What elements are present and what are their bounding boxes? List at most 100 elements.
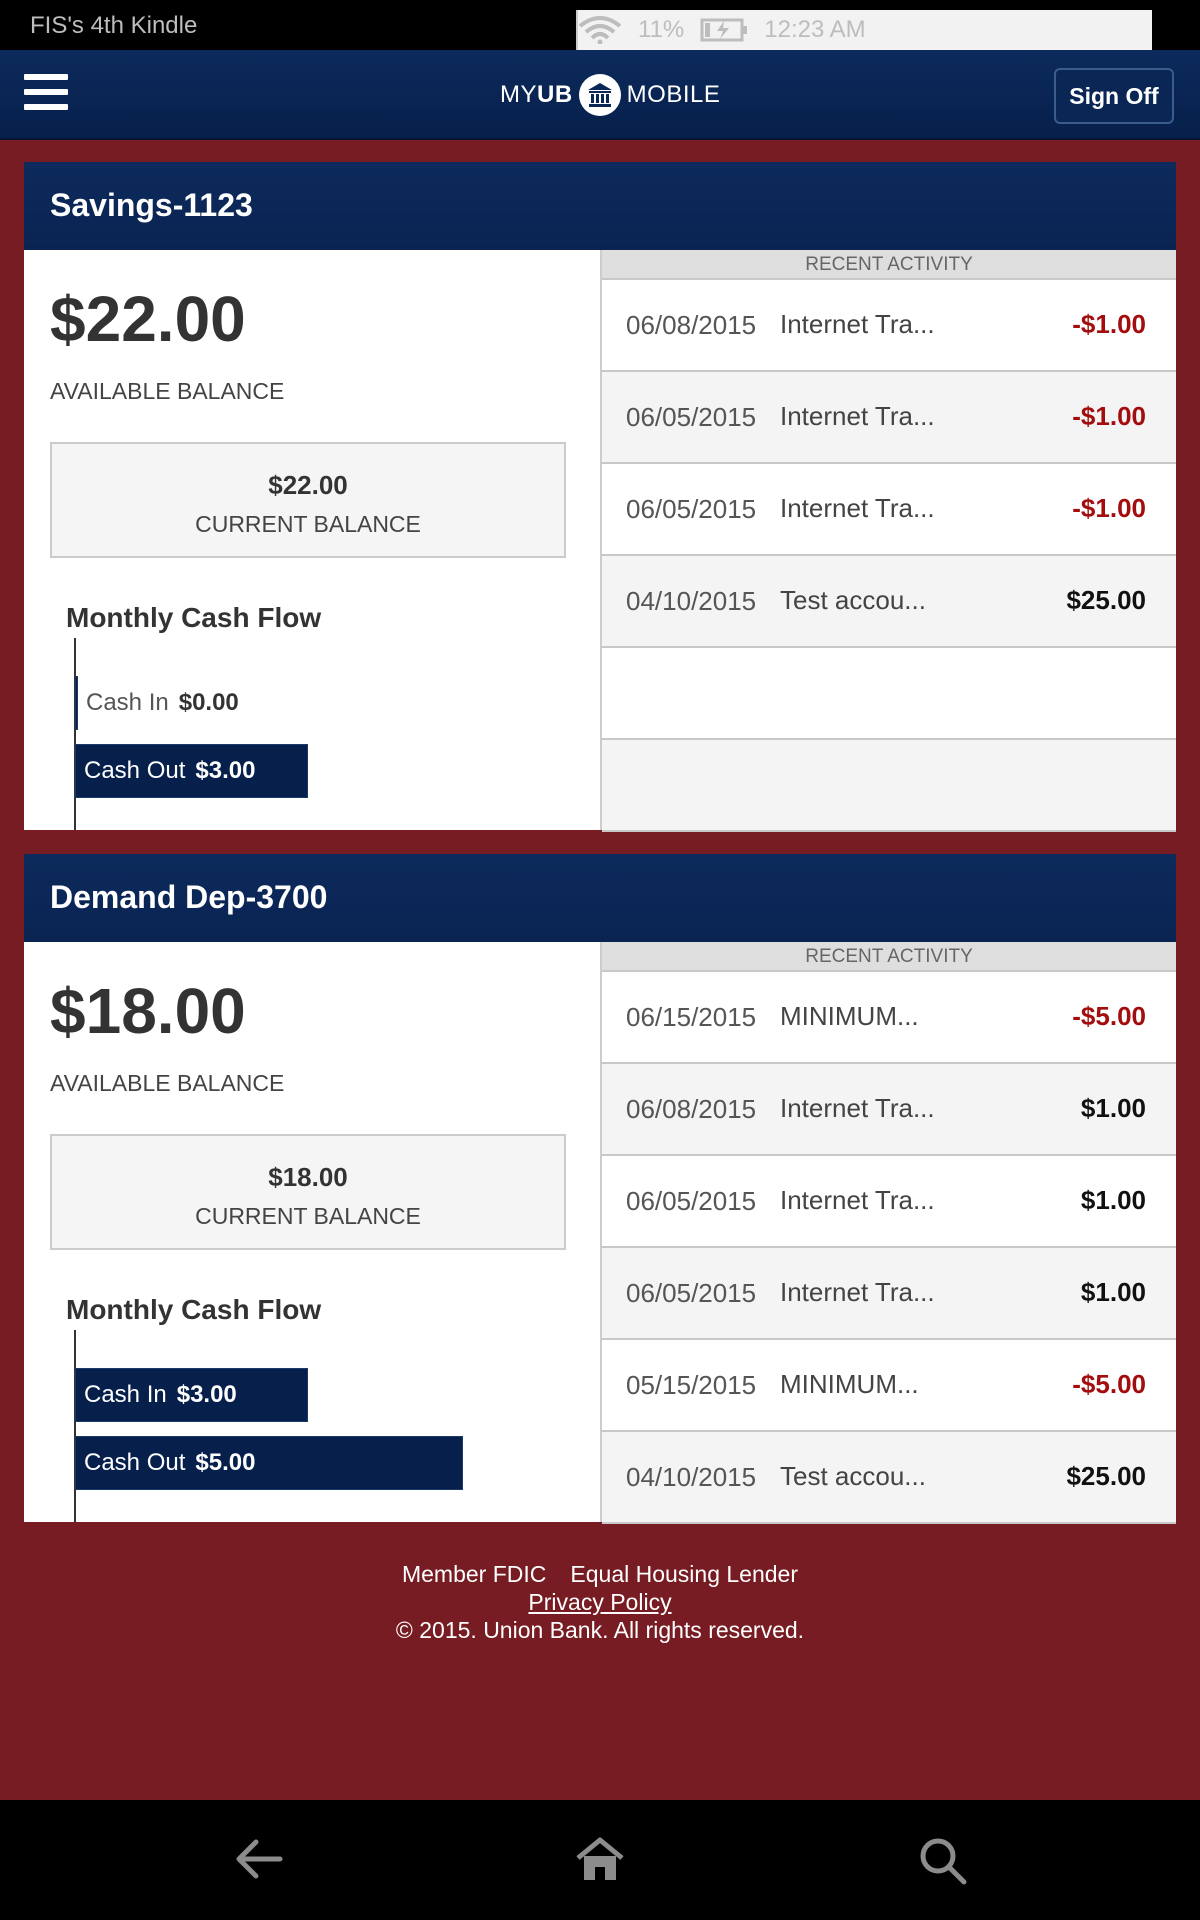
logo-text-ub: UB: [537, 81, 573, 108]
footer: Member FDIC Equal Housing Lender Privacy …: [0, 1560, 1200, 1644]
current-balance-amount: $18.00: [268, 1162, 348, 1192]
recent-activity-header: RECENT ACTIVITY: [602, 250, 1176, 280]
bank-icon: [578, 74, 621, 116]
activity-description: Internet Tra...: [780, 1185, 935, 1215]
recent-activity-panel: RECENT ACTIVITY 06/08/2015 Internet Tra..…: [600, 250, 1176, 832]
activity-amount: $1.00: [1080, 1185, 1146, 1215]
activity-row[interactable]: 05/15/2015 MINIMUM... -$5.00: [602, 1340, 1176, 1432]
available-balance-label: AVAILABLE BALANCE: [50, 1070, 285, 1096]
activity-date: 06/08/2015: [626, 1094, 757, 1124]
activity-date: 04/10/2015: [626, 1462, 757, 1492]
search-icon[interactable]: [918, 1836, 968, 1886]
app-logo: MY UB MOBILE: [500, 72, 720, 118]
system-nav-bar: [0, 1800, 1200, 1920]
account-name[interactable]: Savings-1123: [24, 162, 1176, 250]
activity-amount: $1.00: [1080, 1093, 1146, 1123]
available-balance-label: AVAILABLE BALANCE: [50, 378, 285, 404]
activity-date: 06/08/2015: [626, 310, 757, 340]
current-balance-box: $22.00 CURRENT BALANCE: [50, 442, 566, 558]
current-balance-box: $18.00 CURRENT BALANCE: [50, 1134, 566, 1250]
sign-off-button[interactable]: Sign Off: [1054, 68, 1174, 124]
activity-row[interactable]: 04/10/2015 Test accou... $25.00: [602, 556, 1176, 648]
available-balance-amount: $18.00: [50, 975, 246, 1047]
cash-out-text: Cash Out: [84, 1449, 186, 1476]
activity-row[interactable]: 04/10/2015 Test accou... $25.00: [602, 1432, 1176, 1524]
activity-date: 06/05/2015: [626, 1186, 757, 1216]
activity-row[interactable]: 06/08/2015 Internet Tra... -$1.00: [602, 280, 1176, 372]
activity-row[interactable]: [602, 648, 1176, 740]
battery-percent: 11%: [638, 16, 685, 43]
cash-out-bar: Cash Out $3.00: [75, 744, 308, 798]
account-card-demand[interactable]: Demand Dep-3700 $18.00 AVAILABLE BALANCE…: [24, 854, 1176, 1524]
activity-row[interactable]: 06/05/2015 Internet Tra... -$1.00: [602, 464, 1176, 556]
logo-text-my: MY: [500, 81, 537, 108]
activity-description: Internet Tra...: [780, 1277, 935, 1307]
activity-description: Test accou...: [780, 585, 926, 615]
activity-amount: -$1.00: [1072, 401, 1146, 431]
activity-row[interactable]: 06/05/2015 Internet Tra... $1.00: [602, 1248, 1176, 1340]
activity-description: Internet Tra...: [780, 1093, 935, 1123]
activity-amount: $25.00: [1066, 585, 1146, 615]
member-fdic: Member FDIC: [401, 1561, 547, 1587]
clock: 12:23 AM: [764, 16, 866, 43]
activity-amount: -$1.00: [1072, 493, 1146, 523]
activity-date: 06/05/2015: [626, 494, 757, 524]
cash-flow-axis: [74, 638, 76, 830]
home-icon[interactable]: [574, 1836, 626, 1884]
activity-row[interactable]: 06/05/2015 Internet Tra... -$1.00: [602, 372, 1176, 464]
activity-amount: $25.00: [1066, 1461, 1146, 1491]
cash-out-bar: Cash Out $5.00: [75, 1436, 463, 1490]
battery-charging-icon: [700, 18, 748, 42]
activity-date: 04/10/2015: [626, 586, 757, 616]
device-name: FIS's 4th Kindle: [30, 12, 198, 39]
activity-description: Internet Tra...: [780, 309, 935, 339]
cash-flow-axis: [74, 1330, 76, 1522]
current-balance-label: CURRENT BALANCE: [195, 1203, 421, 1229]
account-card-savings[interactable]: Savings-1123 $22.00 AVAILABLE BALANCE $2…: [24, 162, 1176, 832]
equal-housing-lender: Equal Housing Lender: [570, 1561, 798, 1587]
cash-in-text: Cash In: [84, 1381, 167, 1408]
privacy-policy-link[interactable]: Privacy Policy: [0, 1588, 1200, 1616]
current-balance-amount: $22.00: [268, 470, 348, 500]
activity-date: 06/15/2015: [626, 1002, 757, 1032]
cash-out-value: $3.00: [195, 757, 256, 784]
recent-activity-panel: RECENT ACTIVITY 06/15/2015 MINIMUM... -$5.…: [600, 942, 1176, 1524]
account-name[interactable]: Demand Dep-3700: [24, 854, 1176, 942]
available-balance-amount: $22.00: [50, 283, 246, 355]
back-arrow-icon[interactable]: [234, 1836, 284, 1882]
cash-in-value: $3.00: [176, 1381, 237, 1408]
activity-amount: -$1.00: [1072, 309, 1146, 339]
activity-description: Internet Tra...: [780, 401, 935, 431]
menu-icon[interactable]: [24, 74, 68, 114]
activity-description: Test accou...: [780, 1461, 926, 1491]
logo-text-mobile: MOBILE: [626, 81, 721, 108]
current-balance-label: CURRENT BALANCE: [195, 511, 421, 537]
cash-flow-title: Monthly Cash Flow: [66, 1294, 322, 1325]
cash-in-label: Cash In $0.00: [86, 676, 239, 730]
cash-in-text: Cash In: [86, 689, 169, 716]
activity-row[interactable]: [602, 740, 1176, 832]
cash-in-value: $0.00: [178, 689, 239, 716]
cash-flow-title: Monthly Cash Flow: [66, 602, 322, 633]
activity-description: MINIMUM...: [780, 1001, 919, 1031]
activity-date: 05/15/2015: [626, 1370, 757, 1400]
wifi-icon: [578, 16, 622, 44]
cash-in-bar: [75, 676, 78, 730]
cash-out-value: $5.00: [195, 1449, 256, 1476]
activity-row[interactable]: 06/15/2015 MINIMUM... -$5.00: [602, 972, 1176, 1064]
activity-description: MINIMUM...: [780, 1369, 919, 1399]
activity-date: 06/05/2015: [626, 402, 757, 432]
activity-amount: -$5.00: [1072, 1001, 1146, 1031]
activity-amount: $1.00: [1080, 1277, 1146, 1307]
recent-activity-header: RECENT ACTIVITY: [602, 942, 1176, 972]
status-bar: FIS's 4th Kindle 11% 12:23 AM: [0, 0, 1200, 50]
cash-in-bar: Cash In $3.00: [75, 1368, 308, 1422]
activity-amount: -$5.00: [1072, 1369, 1146, 1399]
activity-date: 06/05/2015: [626, 1278, 757, 1308]
copyright: © 2015. Union Bank. All rights reserved.: [395, 1617, 805, 1643]
cash-out-text: Cash Out: [84, 757, 186, 784]
activity-row[interactable]: 06/05/2015 Internet Tra... $1.00: [602, 1156, 1176, 1248]
activity-description: Internet Tra...: [780, 493, 935, 523]
activity-row[interactable]: 06/08/2015 Internet Tra... $1.00: [602, 1064, 1176, 1156]
app-header: MY UB MOBILE Sign Off: [0, 50, 1200, 140]
